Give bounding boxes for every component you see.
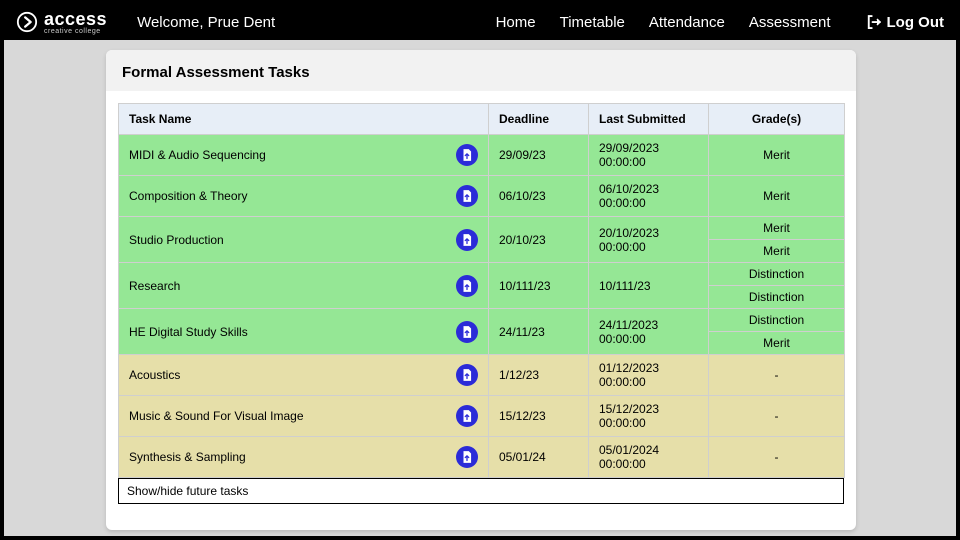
table-row: MIDI & Audio Sequencing 29/09/2329/09/202… [119,135,845,176]
cell-task: Studio Production [119,217,489,263]
cell-grade: Merit [709,217,845,240]
cell-task: Music & Sound For Visual Image [119,396,489,437]
cell-deadline: 05/01/24 [489,437,589,478]
cell-submitted: 20/10/202300:00:00 [589,217,709,263]
col-deadline: Deadline [489,104,589,135]
upload-button[interactable] [456,229,478,251]
task-name: Research [129,279,180,293]
cell-deadline: 1/12/23 [489,355,589,396]
logout-button[interactable]: Log Out [865,13,944,31]
cell-grade: Merit [709,176,845,217]
table-row: Research10/111/2310/111/23Distinction [119,263,845,286]
table-row: Studio Production20/10/2320/10/202300:00… [119,217,845,240]
upload-button[interactable] [456,275,478,297]
upload-button[interactable] [456,185,478,207]
cell-deadline: 15/12/23 [489,396,589,437]
logout-icon [865,13,883,31]
upload-button[interactable] [456,321,478,343]
cell-grade: Merit [709,135,845,176]
upload-file-icon [460,233,474,247]
cell-grade: Merit [709,240,845,263]
col-task: Task Name [119,104,489,135]
cell-deadline: 24/11/23 [489,309,589,355]
upload-file-icon [460,325,474,339]
upload-button[interactable] [456,405,478,427]
task-name: MIDI & Audio Sequencing [129,148,266,162]
cell-deadline: 29/09/23 [489,135,589,176]
upload-file-icon [460,279,474,293]
task-name: Synthesis & Sampling [129,450,246,464]
upload-file-icon [460,450,474,464]
cell-task: MIDI & Audio Sequencing [119,135,489,176]
task-name: Composition & Theory [129,189,248,203]
cell-grade: - [709,437,845,478]
assessment-card: Formal Assessment Tasks Task Name Deadli… [106,50,856,530]
cell-submitted: 29/09/202300:00:00 [589,135,709,176]
nav-assessment[interactable]: Assessment [749,14,831,31]
cell-task: Synthesis & Sampling [119,437,489,478]
table-row: Music & Sound For Visual Image 15/12/2315… [119,396,845,437]
assessment-table: Task Name Deadline Last Submitted Grade(… [118,103,845,478]
cell-deadline: 20/10/23 [489,217,589,263]
table-row: Acoustics 1/12/2301/12/202300:00:00- [119,355,845,396]
cell-submitted: 24/11/202300:00:00 [589,309,709,355]
table-row: Composition & Theory 06/10/2306/10/202300… [119,176,845,217]
cell-submitted: 01/12/202300:00:00 [589,355,709,396]
cell-grade: - [709,396,845,437]
table-row: HE Digital Study Skills24/11/2324/11/202… [119,309,845,332]
cell-grade: - [709,355,845,396]
cell-grade: Distinction [709,263,845,286]
task-name: Acoustics [129,368,180,382]
nav-timetable[interactable]: Timetable [560,14,625,31]
logout-label: Log Out [887,14,944,31]
logo-text-sub: creative college [44,28,107,35]
upload-file-icon [460,409,474,423]
cell-deadline: 10/111/23 [489,263,589,309]
table-body: MIDI & Audio Sequencing 29/09/2329/09/202… [119,135,845,478]
task-name: Studio Production [129,233,224,247]
upload-button[interactable] [456,364,478,386]
cell-submitted: 15/12/202300:00:00 [589,396,709,437]
top-nav-bar: access creative college Welcome, Prue De… [0,4,960,40]
nav-links: Home Timetable Attendance Assessment Log… [496,13,944,31]
task-name: Music & Sound For Visual Image [129,409,304,423]
cell-grade: Distinction [709,286,845,309]
cell-task: Acoustics [119,355,489,396]
brand-logo[interactable]: access creative college [16,10,107,35]
card-title: Formal Assessment Tasks [106,50,856,91]
nav-home[interactable]: Home [496,14,536,31]
upload-file-icon [460,189,474,203]
table-row: Synthesis & Sampling 05/01/2405/01/202400… [119,437,845,478]
table-header-row: Task Name Deadline Last Submitted Grade(… [119,104,845,135]
viewport: access creative college Welcome, Prue De… [0,0,960,540]
cell-grade: Distinction [709,309,845,332]
col-grade: Grade(s) [709,104,845,135]
cell-submitted: 06/10/202300:00:00 [589,176,709,217]
nav-attendance[interactable]: Attendance [649,14,725,31]
cell-task: Composition & Theory [119,176,489,217]
cell-submitted: 10/111/23 [589,263,709,309]
cell-task: HE Digital Study Skills [119,309,489,355]
task-name: HE Digital Study Skills [129,325,248,339]
toggle-future-tasks[interactable]: Show/hide future tasks [118,478,844,504]
upload-file-icon [460,368,474,382]
welcome-text: Welcome, Prue Dent [137,14,275,31]
upload-file-icon [460,148,474,162]
col-submitted: Last Submitted [589,104,709,135]
cell-grade: Merit [709,332,845,355]
logo-text-main: access [44,10,107,28]
upload-button[interactable] [456,446,478,468]
upload-button[interactable] [456,144,478,166]
cell-submitted: 05/01/202400:00:00 [589,437,709,478]
table-wrapper: Task Name Deadline Last Submitted Grade(… [106,91,856,504]
logo-icon [16,11,38,33]
cell-task: Research [119,263,489,309]
cell-deadline: 06/10/23 [489,176,589,217]
